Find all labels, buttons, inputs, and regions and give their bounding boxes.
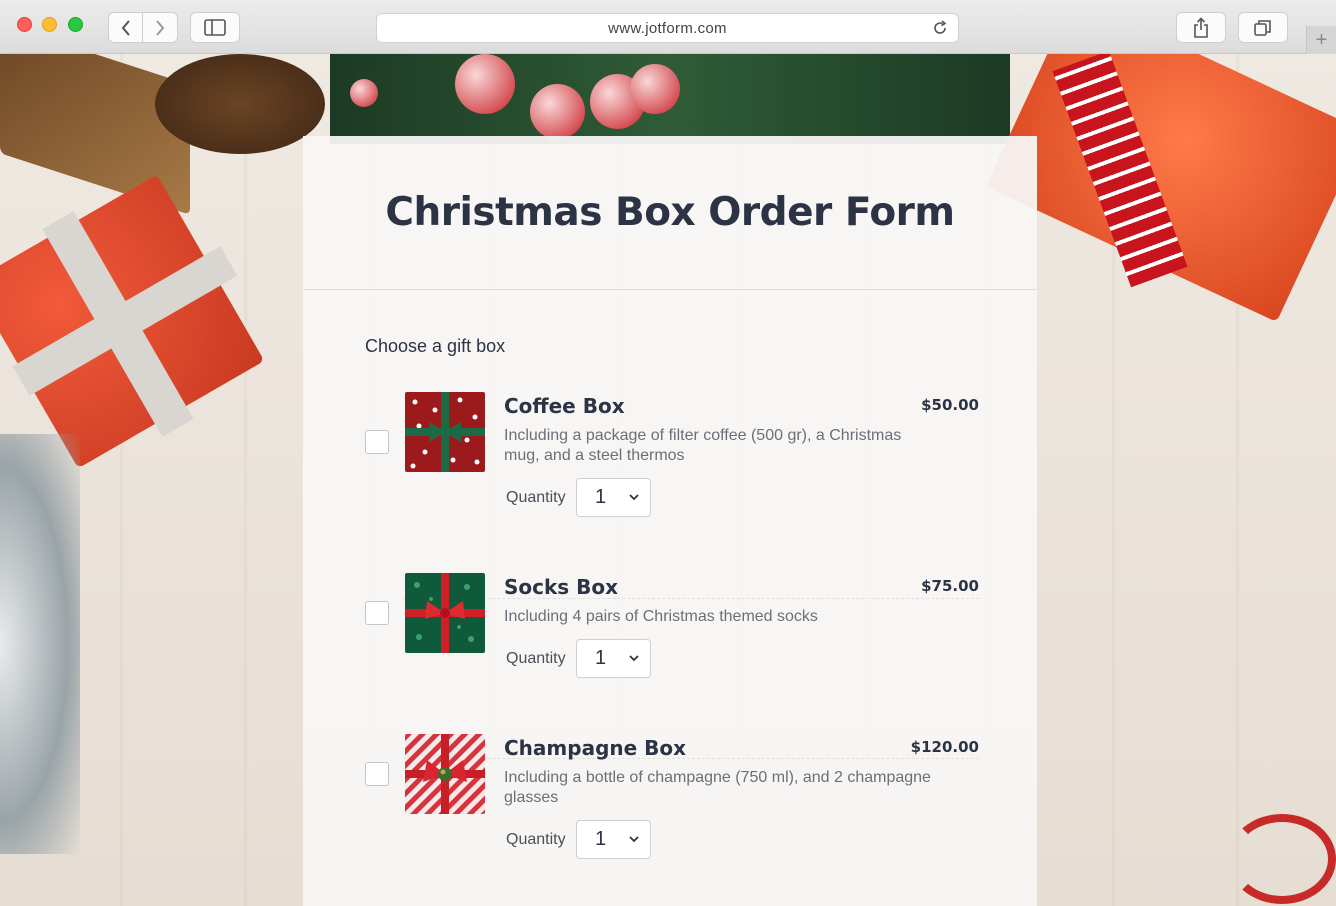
sidebar-icon xyxy=(204,19,226,36)
product-price: $50.00 xyxy=(921,396,979,414)
field-label: Choose a gift box xyxy=(365,336,506,356)
product-coffee-box: Coffee Box $50.00 Including a package of… xyxy=(363,392,979,532)
order-form: Christmas Box Order Form Choose a gift b… xyxy=(303,136,1037,906)
back-button[interactable] xyxy=(108,12,143,43)
quantity-value: 1 xyxy=(595,486,607,508)
sidebar-toggle-button[interactable] xyxy=(190,12,240,43)
tabs-icon xyxy=(1254,19,1271,36)
chevron-right-icon xyxy=(156,19,165,36)
address-bar[interactable]: www.jotform.com xyxy=(376,13,959,43)
product-name: Coffee Box xyxy=(504,394,625,418)
product-name: Socks Box xyxy=(504,575,619,599)
chevron-left-icon xyxy=(121,19,130,36)
new-tab-button[interactable]: + xyxy=(1306,26,1336,54)
page-background: Christmas Box Order Form Choose a gift b… xyxy=(0,54,1336,906)
browser-toolbar: www.jotform.com + xyxy=(0,0,1336,54)
form-title: Christmas Box Order Form xyxy=(385,190,955,235)
product-description: Including a package of filter coffee (50… xyxy=(504,427,902,464)
quantity-select[interactable]: 1 xyxy=(576,820,651,859)
minimize-window-button[interactable] xyxy=(42,17,57,32)
quantity-select[interactable]: 1 xyxy=(576,478,651,517)
quantity-label: Quantity xyxy=(506,650,566,667)
pine-branches-decoration xyxy=(330,54,1010,144)
product-name: Champagne Box xyxy=(504,736,687,760)
forward-button[interactable] xyxy=(143,12,178,43)
close-window-button[interactable] xyxy=(17,17,32,32)
product-checkbox[interactable] xyxy=(365,601,389,625)
maximize-window-button[interactable] xyxy=(68,17,83,32)
product-description: Including a bottle of champagne (750 ml)… xyxy=(504,769,931,806)
product-socks-box: Socks Box $75.00 Including 4 pairs of Ch… xyxy=(363,573,979,693)
tab-overview-button[interactable] xyxy=(1238,12,1288,43)
chevron-down-icon xyxy=(629,494,639,501)
orange-gift-box-decoration xyxy=(985,54,1336,322)
quantity-value: 1 xyxy=(595,647,607,669)
reload-icon[interactable] xyxy=(932,20,948,40)
champagne-box-image xyxy=(405,734,485,814)
red-ribbon-decoration xyxy=(1228,814,1336,904)
quantity-label: Quantity xyxy=(506,489,566,506)
product-champagne-box: Champagne Box $120.00 Including a bottle… xyxy=(363,734,979,874)
pinecone-decoration xyxy=(155,54,325,154)
chevron-down-icon xyxy=(629,836,639,843)
url-text: www.jotform.com xyxy=(608,19,727,37)
coffee-box-image xyxy=(405,392,485,472)
chevron-down-icon xyxy=(629,655,639,662)
product-checkbox[interactable] xyxy=(365,430,389,454)
socks-box-image xyxy=(405,573,485,653)
quantity-value: 1 xyxy=(595,828,607,850)
quantity-select[interactable]: 1 xyxy=(576,639,651,678)
tinsel-decoration xyxy=(0,434,80,854)
product-checkbox[interactable] xyxy=(365,762,389,786)
product-description: Including 4 pairs of Christmas themed so… xyxy=(504,608,818,625)
share-icon xyxy=(1194,16,1208,38)
share-button[interactable] xyxy=(1176,12,1226,43)
product-price: $120.00 xyxy=(910,738,979,756)
form-header: Christmas Box Order Form xyxy=(303,136,1037,290)
quantity-label: Quantity xyxy=(506,831,566,848)
product-price: $75.00 xyxy=(921,577,979,595)
